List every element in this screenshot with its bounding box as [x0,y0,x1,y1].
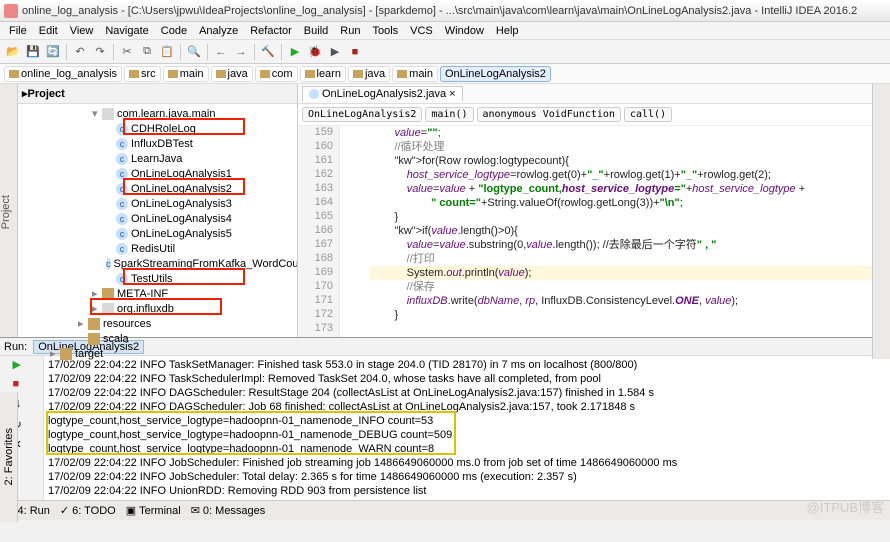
tree-node[interactable]: cOnLineLogAnalysis3 [18,196,297,211]
menu-run[interactable]: Run [335,24,365,38]
save-icon[interactable]: 💾 [24,43,42,61]
stop-icon[interactable]: ■ [346,43,364,61]
tree-node[interactable]: scala [18,331,297,346]
sync-icon[interactable]: 🔄 [44,43,62,61]
forward-icon[interactable]: → [232,43,250,61]
app-icon [4,4,18,18]
console-line: 17/02/09 22:04:22 INFO TaskSchedulerImpl… [48,372,886,386]
coverage-icon[interactable]: ▶ [326,43,344,61]
open-icon[interactable]: 📂 [4,43,22,61]
editor-breadcrumbs[interactable]: OnLineLogAnalysis2main() anonymous VoidFu… [298,104,890,126]
editor-crumb[interactable]: call() [624,107,672,122]
run-icon[interactable]: ▶ [286,43,304,61]
crumb[interactable]: src [124,66,161,82]
right-side-tabs[interactable] [872,84,890,359]
menu-navigate[interactable]: Navigate [100,24,153,38]
menu-window[interactable]: Window [440,24,489,38]
crumb[interactable]: learn [300,66,346,82]
redo-icon[interactable]: ↷ [91,43,109,61]
code-editor[interactable]: 1591601611621631641651661671681691701711… [298,126,890,337]
status-terminal[interactable]: ▣Terminal [126,504,181,517]
menu-help[interactable]: Help [491,24,524,38]
left-side-tabs[interactable]: Project Z: Structure [0,84,18,337]
tree-node[interactable]: cSparkStreamingFromKafka_WordCount [18,256,297,271]
tree-node[interactable]: cInfluxDBTest [18,136,297,151]
console-line: 17/02/09 22:04:22 INFO UnionRDD: Removin… [48,484,886,498]
console-line: 17/02/09 22:04:22 INFO TaskSetManager: F… [48,358,886,372]
console-line: 17/02/09 22:04:22 INFO DAGScheduler: Res… [48,386,886,400]
menu-vcs[interactable]: VCS [405,24,438,38]
crumb[interactable]: main [163,66,209,82]
status-messages[interactable]: ✉0: Messages [191,504,266,517]
code-content[interactable]: value=""; //循环处理 "kw">for(Row rowlog:log… [340,126,890,337]
tree-node[interactable]: cOnLineLogAnalysis1 [18,166,297,181]
status-bar: ▶4: Run ✓6: TODO ▣Terminal ✉0: Messages [0,500,890,520]
console-line: 17/02/09 22:04:22 INFO JobScheduler: Fin… [48,456,886,470]
editor-crumb[interactable]: OnLineLogAnalysis2 [302,107,422,122]
project-header[interactable]: ▸ Project [18,84,297,104]
project-tree[interactable]: ▾com.learn.java.maincCDHRoleLogcInfluxDB… [18,104,297,363]
file-tab-label: OnLineLogAnalysis2.java [322,88,446,100]
menu-file[interactable]: File [4,24,32,38]
window-title: online_log_analysis - [C:\Users\jpwu\Ide… [22,5,857,17]
menu-analyze[interactable]: Analyze [194,24,243,38]
crumb[interactable]: java [211,66,253,82]
paste-icon[interactable]: 📋 [158,43,176,61]
tree-node[interactable]: cRedisUtil [18,241,297,256]
tree-node[interactable]: ▾com.learn.java.main [18,106,297,121]
crumb[interactable]: OnLineLogAnalysis2 [440,66,551,82]
status-todo[interactable]: ✓6: TODO [60,504,116,517]
project-tab[interactable]: Project [0,195,12,229]
editor-crumb[interactable]: anonymous VoidFunction [477,107,621,122]
highlight-box [46,411,456,455]
find-icon[interactable]: 🔍 [185,43,203,61]
undo-icon[interactable]: ↶ [71,43,89,61]
run-tool-window: Run: OnLineLogAnalysis2 ▶ ■ ⬇ ↻ ✕ 17/02/… [0,337,890,500]
crumb[interactable]: online_log_analysis [4,66,122,82]
editor-crumb[interactable]: main() [425,107,473,122]
menu-view[interactable]: View [65,24,99,38]
crumb[interactable]: main [392,66,438,82]
console-line: 17/02/09 22:04:22 INFO JobScheduler: Tot… [48,470,886,484]
tree-node[interactable]: ▸org.influxdb [18,301,297,316]
tree-node[interactable]: cOnLineLogAnalysis5 [18,226,297,241]
menu-bar: FileEditViewNavigateCodeAnalyzeRefactorB… [0,22,890,40]
tree-node[interactable]: ▸META-INF [18,286,297,301]
tree-node[interactable]: cOnLineLogAnalysis4 [18,211,297,226]
breadcrumb-bar: online_log_analysissrcmainjavacomlearnja… [0,64,890,84]
editor-tabs[interactable]: OnLineLogAnalysis2.java × [298,84,890,104]
close-tab-icon[interactable]: × [449,88,455,100]
crumb[interactable]: com [255,66,298,82]
menu-tools[interactable]: Tools [367,24,403,38]
class-icon [309,89,319,99]
crumb[interactable]: java [348,66,390,82]
copy-icon[interactable]: ⧉ [138,43,156,61]
title-bar: online_log_analysis - [C:\Users\jpwu\Ide… [0,0,890,22]
menu-build[interactable]: Build [299,24,333,38]
main-toolbar: 📂 💾 🔄 ↶ ↷ ✂ ⧉ 📋 🔍 ← → 🔨 ▶ 🐞 ▶ ■ [0,40,890,64]
menu-edit[interactable]: Edit [34,24,63,38]
project-tool-window: ▸ Project ▾com.learn.java.maincCDHRoleLo… [18,84,298,337]
console-output[interactable]: 17/02/09 22:04:22 INFO TaskSetManager: F… [44,356,890,500]
watermark: @ITPUB博客 [807,497,884,516]
file-tab[interactable]: OnLineLogAnalysis2.java × [302,86,463,101]
tree-node[interactable]: cTestUtils [18,271,297,286]
tree-node[interactable]: ▸resources [18,316,297,331]
menu-refactor[interactable]: Refactor [245,24,297,38]
debug-icon[interactable]: 🐞 [306,43,324,61]
line-gutter[interactable]: 1591601611621631641651661671681691701711… [298,126,340,337]
cut-icon[interactable]: ✂ [118,43,136,61]
favorites-tab[interactable]: 2: Favorites [0,392,18,522]
back-icon[interactable]: ← [212,43,230,61]
tree-node[interactable]: cCDHRoleLog [18,121,297,136]
menu-code[interactable]: Code [156,24,192,38]
build-icon[interactable]: 🔨 [259,43,277,61]
tree-node[interactable]: cOnLineLogAnalysis2 [18,181,297,196]
tree-node[interactable]: cLearnJava [18,151,297,166]
editor-area: OnLineLogAnalysis2.java × OnLineLogAnaly… [298,84,890,337]
